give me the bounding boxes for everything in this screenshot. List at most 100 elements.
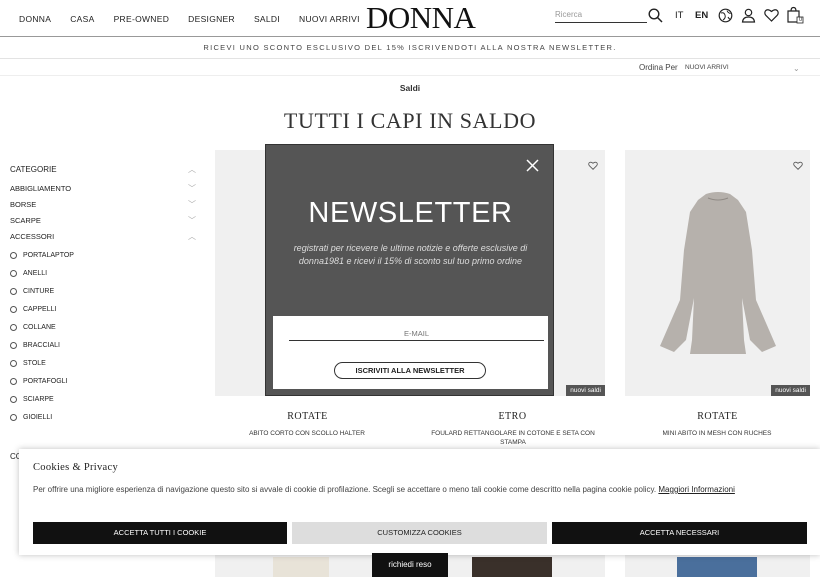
radio-button[interactable] bbox=[10, 323, 17, 331]
wishlist-heart-icon[interactable] bbox=[793, 157, 803, 175]
cookie-text: Per offrire una migliore esperienza di n… bbox=[33, 483, 793, 496]
sort-bar: Ordina Per NUOVI ARRIVI ⌄ bbox=[0, 60, 820, 76]
newsletter-text: registrati per ricevere le ultime notizi… bbox=[293, 243, 528, 266]
nav-pre-owned[interactable]: PRE-OWNED bbox=[114, 14, 170, 24]
subcategory-label: GIOIELLI bbox=[23, 413, 53, 421]
subcategory-stole[interactable]: STOLE bbox=[10, 354, 196, 372]
radio-button[interactable] bbox=[10, 341, 17, 349]
filter-title: CATEGORIE bbox=[10, 165, 57, 174]
subcategory-portafogli[interactable]: PORTAFOGLI bbox=[10, 372, 196, 390]
subcategory-gioielli[interactable]: GIOIELLI bbox=[10, 408, 196, 426]
radio-button[interactable] bbox=[10, 413, 17, 421]
site-logo[interactable]: DONNA bbox=[366, 0, 476, 36]
chevron-down-icon[interactable]: ⌄ bbox=[793, 64, 800, 73]
accept-necessary-button[interactable]: ACCETTA NECESSARI bbox=[552, 522, 807, 544]
breadcrumb[interactable]: Saldi bbox=[0, 83, 820, 93]
subcategory-collane[interactable]: COLLANE bbox=[10, 318, 196, 336]
product-name[interactable]: MINI ABITO IN MESH CON RUCHES bbox=[622, 429, 812, 438]
sale-badge: nuovi saldi bbox=[566, 385, 605, 396]
search-input[interactable]: Ricerca bbox=[555, 8, 647, 23]
subcategory-cappelli[interactable]: CAPPELLI bbox=[10, 300, 196, 318]
filter-sidebar: CATEGORIE ︿ ABBIGLIAMENTO ﹀ BORSE ﹀ SCAR… bbox=[10, 164, 196, 426]
lang-it[interactable]: IT bbox=[675, 10, 683, 21]
subcategory-label: ANELLI bbox=[23, 269, 48, 277]
subcategory-label: BRACCIALI bbox=[23, 341, 60, 349]
product-name[interactable]: ABITO CORTO CON SCOLLO HALTER bbox=[212, 429, 402, 438]
category-scarpe[interactable]: SCARPE ﹀ bbox=[10, 213, 196, 229]
sort-select[interactable]: NUOVI ARRIVI bbox=[685, 64, 729, 71]
cart-icon[interactable]: 0 bbox=[786, 6, 804, 24]
radio-button[interactable] bbox=[10, 377, 17, 385]
site-header: DONNA CASA PRE-OWNED DESIGNER SALDI NUOV… bbox=[0, 0, 820, 37]
subcategory-label: CAPPELLI bbox=[23, 305, 57, 313]
chevron-down-icon: ﹀ bbox=[188, 184, 196, 193]
subscribe-button[interactable]: ISCRIVITI ALLA NEWSLETTER bbox=[334, 362, 486, 379]
nav-nuovi-arrivi[interactable]: NUOVI ARRIVI bbox=[299, 14, 360, 24]
cookie-description: Per offrire una migliore esperienza di n… bbox=[33, 485, 657, 494]
promo-banner: RICEVI UNO SCONTO ESCLUSIVO DEL 15% ISCR… bbox=[0, 38, 820, 59]
chevron-down-icon: ﹀ bbox=[188, 200, 196, 209]
radio-button[interactable] bbox=[10, 269, 17, 277]
radio-button[interactable] bbox=[10, 251, 17, 259]
product-card-peek[interactable] bbox=[625, 555, 810, 577]
product-card-3[interactable]: nuovi saldi bbox=[625, 150, 810, 396]
email-field[interactable] bbox=[289, 326, 544, 341]
product-image bbox=[273, 557, 329, 577]
product-image bbox=[677, 557, 757, 577]
subcategory-label: SCIARPE bbox=[23, 395, 54, 403]
close-icon[interactable] bbox=[526, 159, 539, 177]
user-icon[interactable] bbox=[739, 6, 757, 24]
category-label: SCARPE bbox=[10, 216, 41, 225]
newsletter-form: ISCRIVITI ALLA NEWSLETTER bbox=[273, 316, 548, 389]
nav-casa[interactable]: CASA bbox=[70, 14, 94, 24]
newsletter-popup: NEWSLETTER registrati per ricevere le ul… bbox=[265, 144, 554, 396]
customize-cookies-button[interactable]: CUSTOMIZZA COOKIES bbox=[292, 522, 547, 544]
subcategory-bracciali[interactable]: BRACCIALI bbox=[10, 336, 196, 354]
category-borse[interactable]: BORSE ﹀ bbox=[10, 197, 196, 213]
chevron-up-icon: ︿ bbox=[188, 232, 196, 241]
nav-designer[interactable]: DESIGNER bbox=[188, 14, 235, 24]
nav-saldi[interactable]: SALDI bbox=[254, 14, 280, 24]
radio-button[interactable] bbox=[10, 395, 17, 403]
product-image-dress bbox=[660, 192, 776, 354]
newsletter-title: NEWSLETTER bbox=[308, 197, 513, 229]
globe-icon[interactable] bbox=[716, 6, 734, 24]
product-brand[interactable]: ETRO bbox=[420, 411, 605, 422]
subcategory-cinture[interactable]: CINTURE bbox=[10, 282, 196, 300]
page-title: TUTTI I CAPI IN SALDO bbox=[283, 108, 537, 133]
subcategory-label: PORTALAPTOP bbox=[23, 251, 74, 259]
request-return-button[interactable]: richiedi reso bbox=[372, 553, 448, 577]
search-icon[interactable] bbox=[646, 6, 664, 24]
category-label: ABBIGLIAMENTO bbox=[10, 184, 72, 193]
radio-button[interactable] bbox=[10, 359, 17, 367]
radio-button[interactable] bbox=[10, 305, 17, 313]
category-label: BORSE bbox=[10, 200, 37, 209]
subcategory-sciarpe[interactable]: SCIARPE bbox=[10, 390, 196, 408]
sale-badge: nuovi saldi bbox=[771, 385, 810, 396]
category-abbigliamento[interactable]: ABBIGLIAMENTO ﹀ bbox=[10, 181, 196, 197]
subcategory-label: COLLANE bbox=[23, 323, 56, 331]
nav-donna[interactable]: DONNA bbox=[19, 14, 51, 24]
chevron-up-icon[interactable]: ︿ bbox=[188, 164, 196, 176]
filter-categorie[interactable]: CATEGORIE ︿ bbox=[10, 164, 196, 176]
subcategory-anelli[interactable]: ANELLI bbox=[10, 264, 196, 282]
category-accessori[interactable]: ACCESSORI ︿ bbox=[10, 229, 196, 245]
accept-all-cookies-button[interactable]: ACCETTA TUTTI I COOKIE bbox=[33, 522, 287, 544]
main-nav: DONNA CASA PRE-OWNED DESIGNER SALDI NUOV… bbox=[0, 0, 360, 37]
radio-button[interactable] bbox=[10, 287, 17, 295]
product-image bbox=[472, 557, 552, 577]
more-info-link[interactable]: Maggiori Informazioni bbox=[658, 485, 734, 494]
sort-label: Ordina Per bbox=[639, 63, 678, 72]
cookie-title: Cookies & Privacy bbox=[33, 462, 119, 473]
lang-en[interactable]: EN bbox=[695, 10, 708, 21]
product-brand[interactable]: ROTATE bbox=[215, 411, 400, 422]
subcategory-label: CINTURE bbox=[23, 287, 55, 295]
wishlist-heart-icon[interactable] bbox=[588, 157, 598, 175]
cart-count: 0 bbox=[799, 17, 803, 23]
product-name[interactable]: FOULARD RETTANGOLARE IN COTONE E SETA CO… bbox=[418, 429, 608, 447]
heart-icon[interactable] bbox=[762, 6, 780, 24]
product-brand[interactable]: ROTATE bbox=[625, 411, 810, 422]
subcategory-label: STOLE bbox=[23, 359, 46, 367]
chevron-down-icon: ﹀ bbox=[188, 216, 196, 225]
subcategory-portalaptop[interactable]: PORTALAPTOP bbox=[10, 246, 196, 264]
